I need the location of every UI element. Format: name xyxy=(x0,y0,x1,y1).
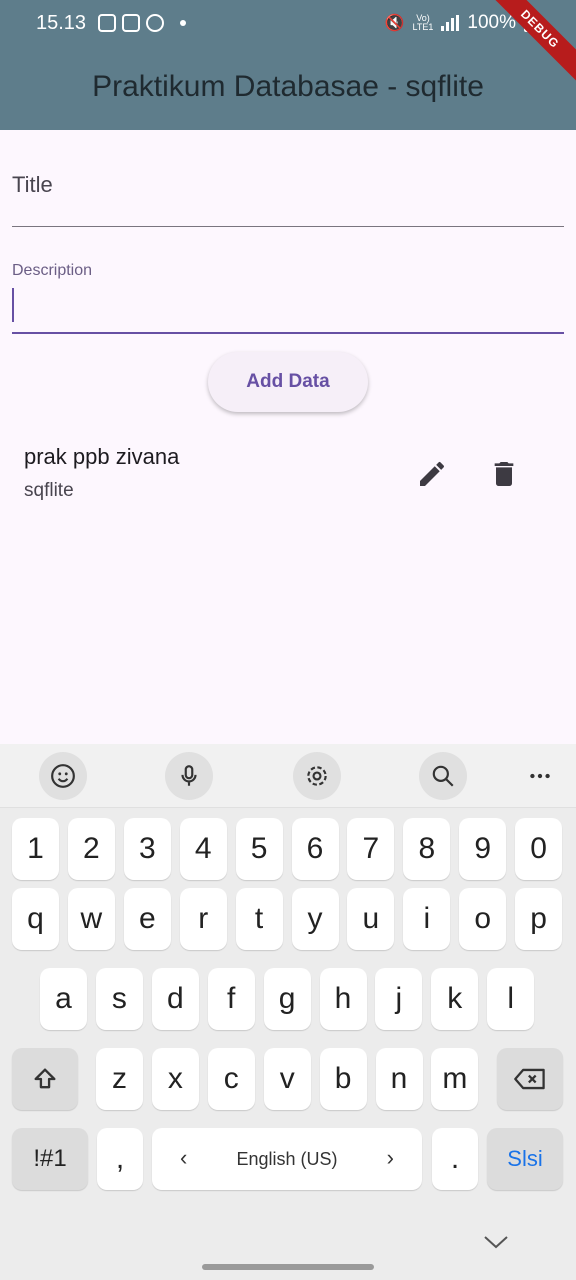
key-s[interactable]: s xyxy=(95,968,143,1030)
key-9[interactable]: 9 xyxy=(459,818,507,880)
space-key-label: English (US) xyxy=(236,1148,338,1169)
comma-key[interactable]: , xyxy=(97,1128,143,1190)
notification-icons xyxy=(98,14,186,32)
status-time: 15.13 xyxy=(36,12,87,34)
key-c[interactable]: c xyxy=(207,1048,255,1110)
trash-icon xyxy=(494,462,514,486)
edit-button[interactable] xyxy=(412,454,452,494)
key-b[interactable]: b xyxy=(319,1048,367,1110)
key-h[interactable]: h xyxy=(319,968,367,1030)
battery-percent: 100% xyxy=(467,12,516,33)
key-y[interactable]: y xyxy=(291,888,339,950)
pinterest-notification-icon xyxy=(146,14,164,32)
key-f[interactable]: f xyxy=(207,968,255,1030)
key-t[interactable]: t xyxy=(235,888,283,950)
key-w[interactable]: w xyxy=(67,888,115,950)
key-p[interactable]: p xyxy=(515,888,563,950)
key-u[interactable]: u xyxy=(347,888,395,950)
title-placeholder: Title xyxy=(12,172,53,197)
cursor-left-icon: ‹ xyxy=(180,1145,188,1170)
chevron-down-icon xyxy=(484,1236,508,1249)
gesture-nav-bar[interactable] xyxy=(202,1264,374,1270)
backspace-key[interactable] xyxy=(497,1048,563,1110)
settings-icon xyxy=(307,766,327,786)
key-q[interactable]: q xyxy=(12,888,59,950)
title-input[interactable]: Title xyxy=(12,150,564,227)
more-notifications-icon xyxy=(180,20,186,26)
status-bar: 15.13 🔇 Vo) LTE1 100% xyxy=(0,0,576,50)
period-key[interactable]: . xyxy=(432,1128,478,1190)
key-z[interactable]: z xyxy=(96,1048,143,1110)
instagram-notification-icon xyxy=(122,14,140,32)
app-bar: 15.13 🔇 Vo) LTE1 100% DEBUG Praktikum Dat… xyxy=(0,0,576,130)
soft-keyboard: 1234567890 qwertyuiop asdfghjkl zxcvbnm … xyxy=(0,744,576,1280)
key-r[interactable]: r xyxy=(179,888,227,950)
key-0[interactable]: 0 xyxy=(515,818,563,880)
page-title: Praktikum Databasae - sqflite xyxy=(92,70,484,103)
space-key[interactable]: ‹ English (US) › xyxy=(152,1128,422,1190)
delete-button[interactable] xyxy=(484,454,524,494)
item-title: prak ppb zivana xyxy=(24,444,180,469)
key-l[interactable]: l xyxy=(487,968,535,1030)
key-k[interactable]: k xyxy=(431,968,479,1030)
key-e[interactable]: e xyxy=(123,888,171,950)
key-7[interactable]: 7 xyxy=(347,818,395,880)
description-input[interactable]: Description xyxy=(12,246,564,334)
add-data-button[interactable]: Add Data xyxy=(208,352,368,412)
keyboard-toolbar xyxy=(0,744,576,808)
symbols-key[interactable]: !#1 xyxy=(12,1128,88,1190)
key-x[interactable]: x xyxy=(151,1048,199,1110)
key-8[interactable]: 8 xyxy=(403,818,451,880)
shift-icon xyxy=(34,1068,56,1089)
more-options-button[interactable] xyxy=(516,752,564,800)
list-item: prak ppb zivana sqflite xyxy=(0,436,576,516)
mute-icon: 🔇 xyxy=(384,15,405,32)
key-n[interactable]: n xyxy=(375,1048,423,1110)
voice-input-button[interactable] xyxy=(165,752,213,800)
mic-icon xyxy=(181,765,197,786)
key-2[interactable]: 2 xyxy=(67,818,115,880)
description-label: Description xyxy=(12,262,93,279)
action-key[interactable]: Slsi xyxy=(487,1128,563,1190)
backspace-icon xyxy=(514,1068,545,1090)
key-g[interactable]: g xyxy=(263,968,311,1030)
key-6[interactable]: 6 xyxy=(291,818,339,880)
keyboard-settings-button[interactable] xyxy=(293,752,341,800)
signal-icon xyxy=(441,15,460,31)
key-1[interactable]: 1 xyxy=(12,818,59,880)
hide-keyboard-button[interactable] xyxy=(482,1232,510,1257)
key-d[interactable]: d xyxy=(151,968,199,1030)
key-v[interactable]: v xyxy=(263,1048,311,1110)
keyboard-search-button[interactable] xyxy=(419,752,467,800)
shop-notification-icon xyxy=(98,14,116,32)
key-o[interactable]: o xyxy=(459,888,507,950)
key-j[interactable]: j xyxy=(375,968,423,1030)
more-icon xyxy=(530,773,550,779)
key-i[interactable]: i xyxy=(403,888,451,950)
key-m[interactable]: m xyxy=(431,1048,479,1110)
key-4[interactable]: 4 xyxy=(179,818,227,880)
cursor-right-icon: › xyxy=(386,1145,394,1170)
item-subtitle: sqflite xyxy=(24,480,74,501)
text-cursor xyxy=(12,288,14,322)
key-a[interactable]: a xyxy=(40,968,87,1030)
key-5[interactable]: 5 xyxy=(235,818,283,880)
emoji-icon xyxy=(51,764,75,788)
pencil-icon xyxy=(420,461,445,486)
shift-key[interactable] xyxy=(12,1048,78,1110)
search-icon xyxy=(432,765,454,787)
emoji-button[interactable] xyxy=(39,752,87,800)
volte-icon: Vo) LTE1 xyxy=(412,13,434,32)
key-3[interactable]: 3 xyxy=(123,818,171,880)
